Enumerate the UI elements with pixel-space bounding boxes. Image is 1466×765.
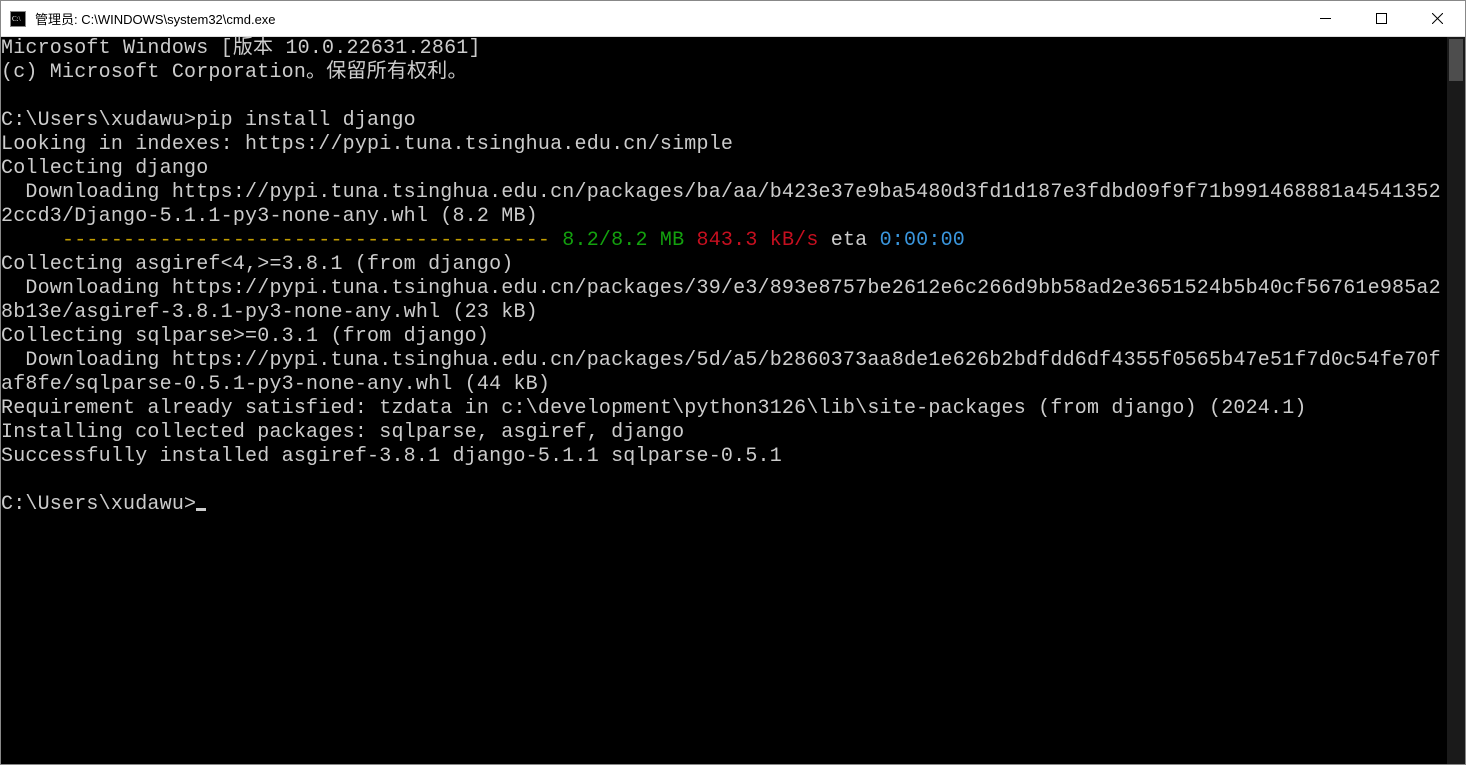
progress-size: 8.2/8.2 MB xyxy=(562,229,684,252)
prompt-path: C:\Users\xudawu> xyxy=(1,109,196,132)
output-line: Installing collected packages: sqlparse,… xyxy=(1,421,684,444)
progress-eta: 0:00:00 xyxy=(880,229,965,252)
titlebar[interactable]: C:\ 管理员: C:\WINDOWS\system32\cmd.exe xyxy=(1,1,1465,37)
svg-text:C:\: C:\ xyxy=(12,15,21,23)
output-line: Collecting asgiref<4,>=3.8.1 (from djang… xyxy=(1,253,513,276)
window-title: 管理员: C:\WINDOWS\system32\cmd.exe xyxy=(35,9,1297,28)
close-button[interactable] xyxy=(1409,1,1465,36)
output-line: Successfully installed asgiref-3.8.1 dja… xyxy=(1,445,782,468)
scrollbar[interactable] xyxy=(1447,37,1465,764)
cmd-icon: C:\ xyxy=(9,10,27,28)
blank-line xyxy=(1,85,1447,109)
progress-indent xyxy=(1,229,62,252)
maximize-button[interactable] xyxy=(1353,1,1409,36)
minimize-button[interactable] xyxy=(1297,1,1353,36)
cmd-window: C:\ 管理员: C:\WINDOWS\system32\cmd.exe Mic… xyxy=(0,0,1466,765)
progress-bar: ---------------------------------------- xyxy=(62,229,562,252)
scrollbar-thumb[interactable] xyxy=(1449,39,1463,81)
progress-eta-label: eta xyxy=(819,229,880,252)
blank-line xyxy=(1,469,1447,493)
prompt-command: pip install django xyxy=(196,109,416,132)
banner-line: (c) Microsoft Corporation。保留所有权利。 xyxy=(1,61,468,84)
banner-line: Microsoft Windows [版本 10.0.22631.2861] xyxy=(1,37,481,60)
output-line: Downloading https://pypi.tuna.tsinghua.e… xyxy=(1,181,1441,228)
terminal[interactable]: Microsoft Windows [版本 10.0.22631.2861] (… xyxy=(1,37,1447,764)
output-line: Collecting sqlparse>=0.3.1 (from django) xyxy=(1,325,489,348)
cursor xyxy=(196,508,206,511)
output-line: Looking in indexes: https://pypi.tuna.ts… xyxy=(1,133,733,156)
output-line: Requirement already satisfied: tzdata in… xyxy=(1,397,1307,420)
progress-speed: 843.3 kB/s xyxy=(684,229,818,252)
output-line: Downloading https://pypi.tuna.tsinghua.e… xyxy=(1,277,1441,324)
output-line: Collecting django xyxy=(1,157,208,180)
prompt-path: C:\Users\xudawu> xyxy=(1,493,196,516)
output-line: Downloading https://pypi.tuna.tsinghua.e… xyxy=(1,349,1441,396)
window-controls xyxy=(1297,1,1465,36)
terminal-wrap: Microsoft Windows [版本 10.0.22631.2861] (… xyxy=(1,37,1465,764)
